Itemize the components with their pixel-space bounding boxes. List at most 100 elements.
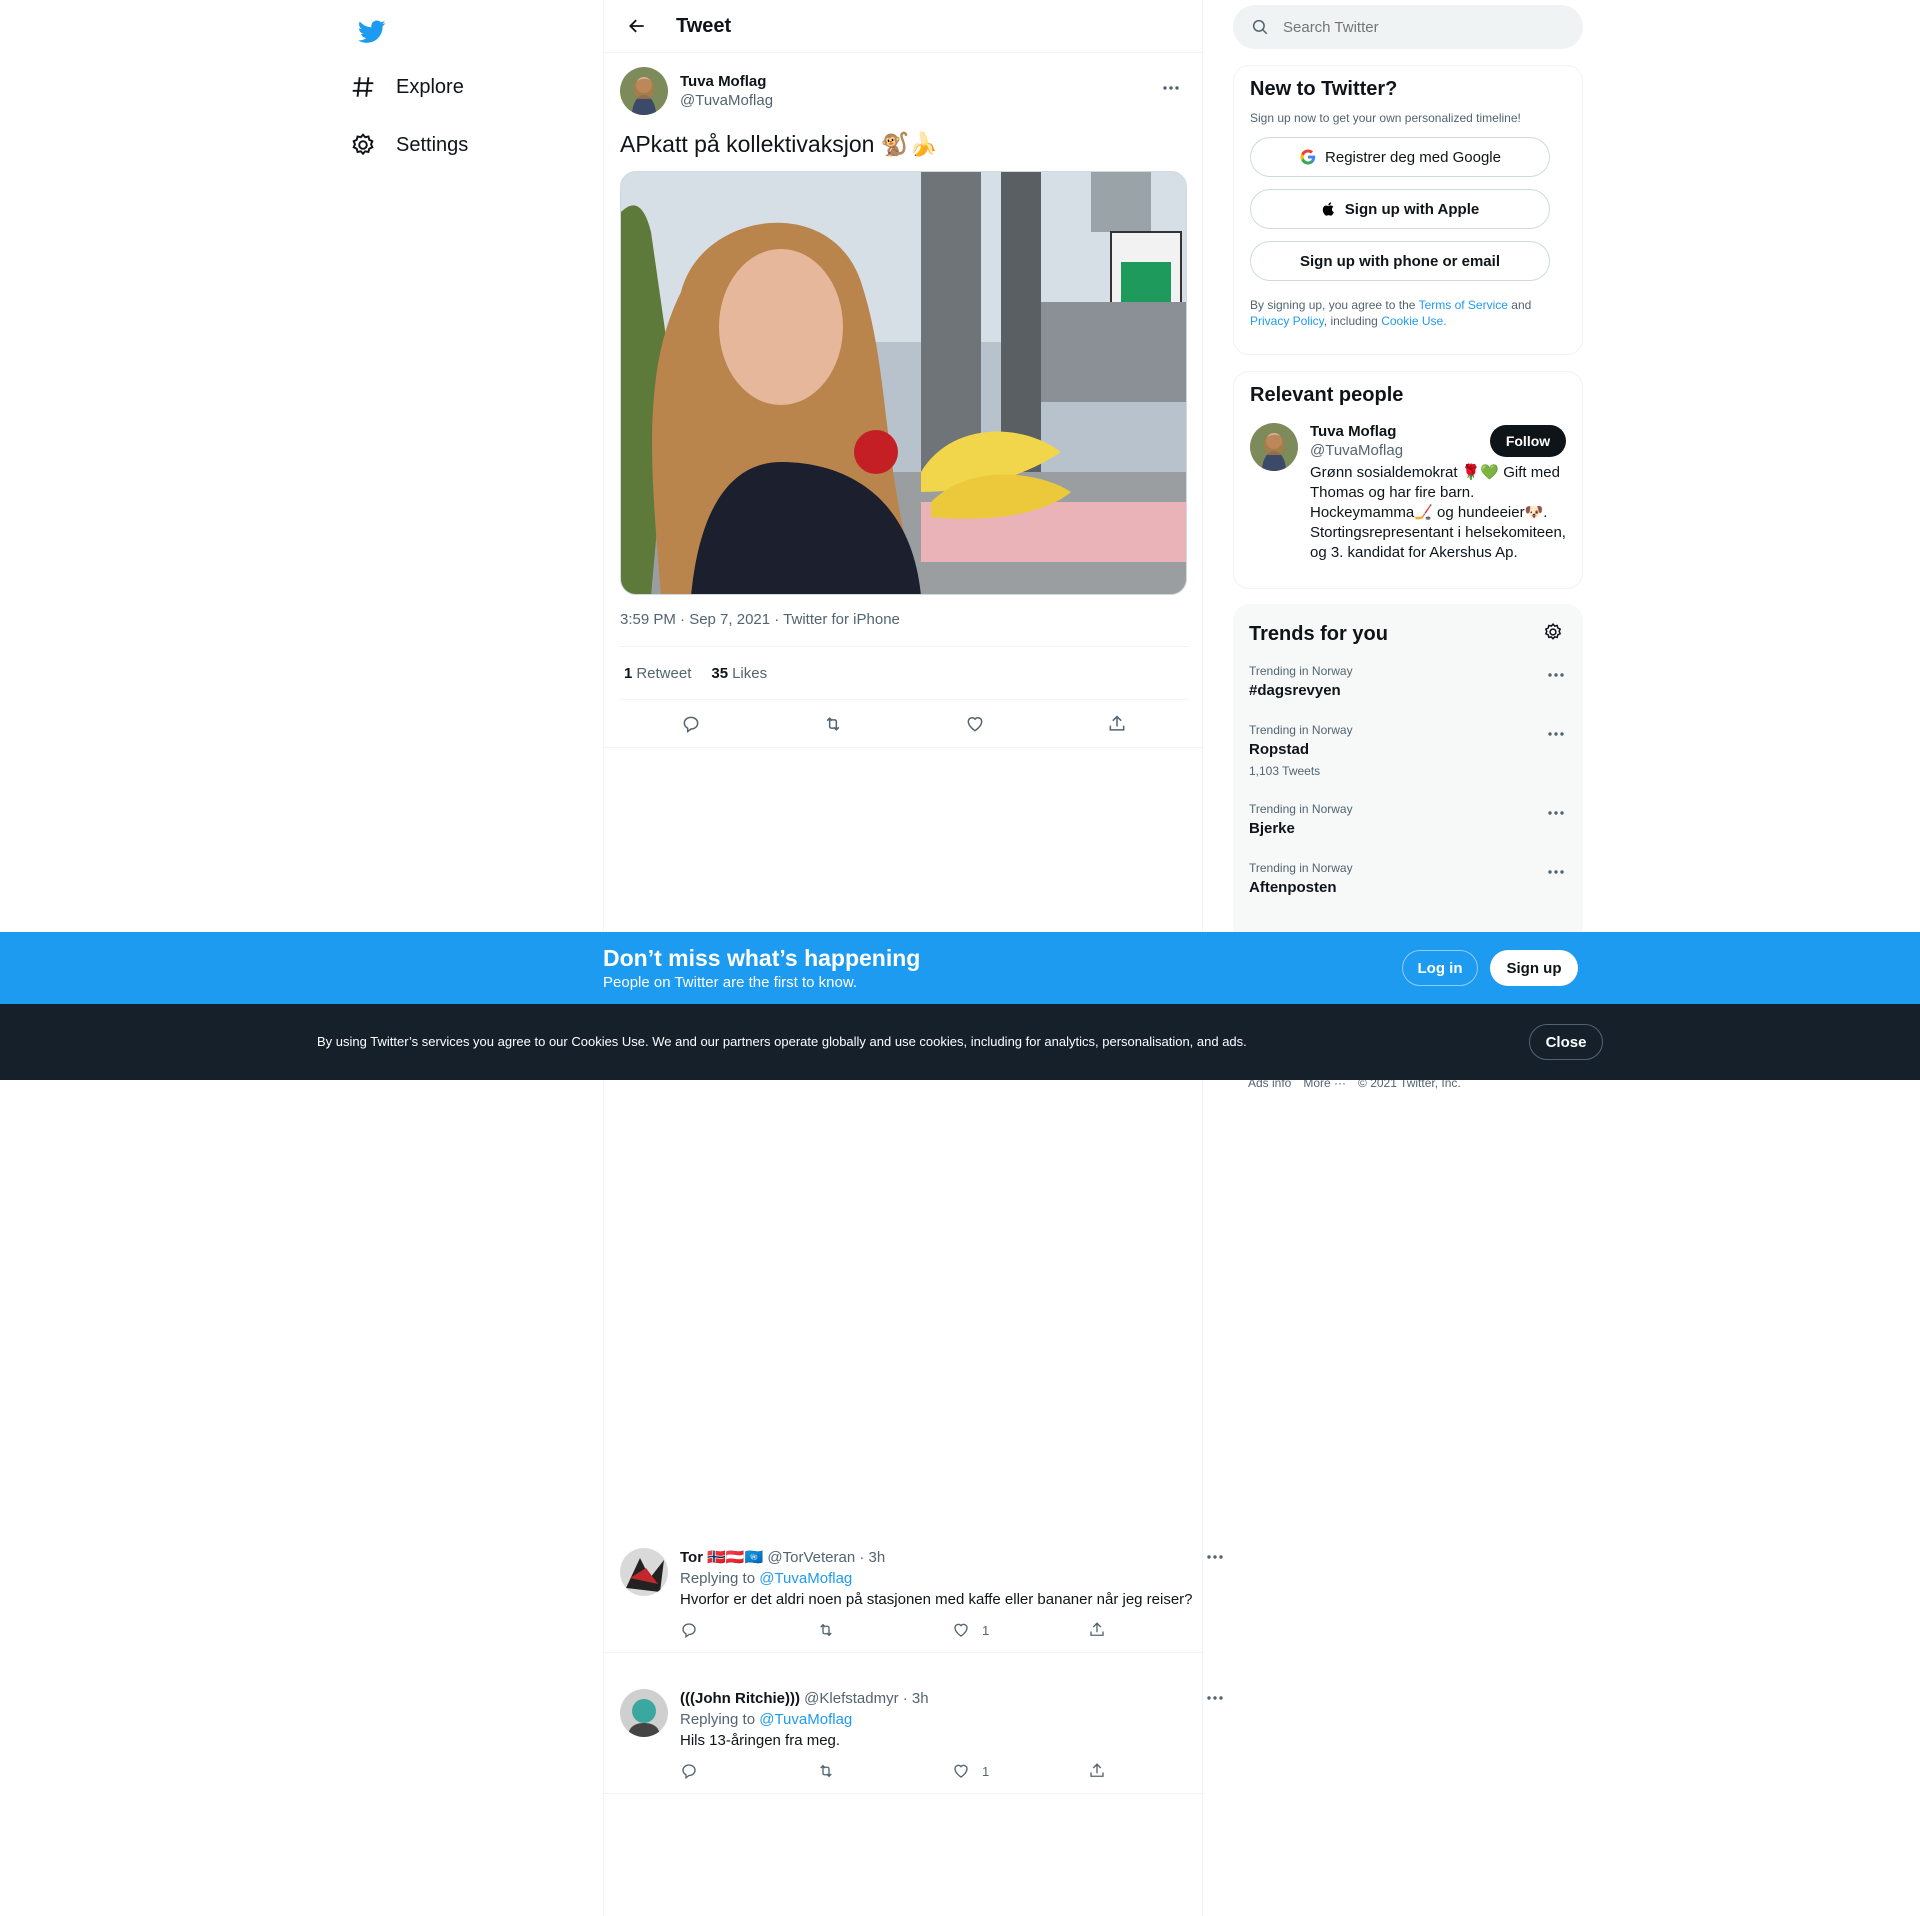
page-title: Tweet: [676, 14, 732, 37]
more-icon[interactable]: [1539, 855, 1573, 889]
signup-button[interactable]: Sign up: [1490, 950, 1578, 986]
trends-card: Trends for you Trending in Norway #dagsr…: [1233, 604, 1583, 944]
search-bar[interactable]: [1233, 5, 1583, 49]
signup-legal-text: By signing up, you agree to the Terms of…: [1250, 298, 1532, 328]
banner-subtitle: People on Twitter are the first to know.: [603, 974, 858, 991]
author-name[interactable]: Tuva Moflag: [680, 73, 773, 90]
tweet-text: APkatt på kollektivaksjon 🐒🍌: [620, 131, 939, 157]
avatar[interactable]: [1250, 423, 1298, 471]
reply-author-handle[interactable]: @TorVeteran · 3h: [767, 1549, 885, 1566]
more-icon[interactable]: [1198, 1681, 1232, 1715]
signup-banner: Don’t miss what’s happening People on Tw…: [0, 932, 1920, 1004]
retweets-stat[interactable]: 1 Retweet: [624, 665, 691, 682]
author-handle[interactable]: @TuvaMoflag: [680, 92, 773, 109]
trend-topic: Ropstad: [1249, 741, 1309, 758]
avatar[interactable]: [620, 67, 668, 115]
apple-icon: [1321, 200, 1337, 218]
like-count: 1: [982, 1763, 990, 1779]
new-to-twitter-card: New to Twitter? Sign up now to get your …: [1233, 65, 1583, 355]
reply-icon[interactable]: [680, 1762, 698, 1780]
trend-count: 1,103 Tweets: [1249, 764, 1321, 778]
search-input[interactable]: [1283, 18, 1543, 36]
privacy-link[interactable]: Privacy Policy: [1250, 314, 1324, 328]
gear-icon: [350, 132, 376, 158]
like-icon[interactable]: [958, 707, 992, 741]
more-icon[interactable]: [1539, 658, 1573, 692]
trend-topic: Bjerke: [1249, 820, 1295, 837]
more-icon[interactable]: [1154, 71, 1188, 105]
more-icon[interactable]: [1539, 796, 1573, 830]
cookie-text: By using Twitter’s services you agree to…: [317, 1034, 1247, 1049]
phone-email-signup-button[interactable]: Sign up with phone or email: [1250, 241, 1550, 281]
terms-link[interactable]: Terms of Service: [1419, 298, 1508, 312]
trend-item[interactable]: Trending in Norway Aftenposten: [1233, 849, 1583, 908]
search-icon: [1251, 18, 1269, 36]
share-icon[interactable]: [1088, 1762, 1106, 1780]
share-icon[interactable]: [1100, 707, 1134, 741]
like-icon[interactable]: [952, 1621, 970, 1639]
tweet-stats: 1 Retweet 35 Likes: [620, 647, 1188, 700]
like-icon[interactable]: [952, 1762, 970, 1780]
trend-topic: Aftenposten: [1249, 879, 1337, 896]
likes-stat[interactable]: 35 Likes: [711, 665, 767, 682]
nav-explore-label: Explore: [396, 75, 464, 98]
reply-author-handle[interactable]: @Klefstadmyr · 3h: [804, 1690, 928, 1707]
tweet-timestamp[interactable]: 3:59 PM · Sep 7, 2021 · Twitter for iPho…: [620, 611, 1188, 647]
reply-tweet[interactable]: (((John Ritchie))) @Klefstadmyr · 3h Rep…: [604, 1677, 1223, 1794]
person-bio: Grønn sosialdemokrat 🌹💚 Gift med Thomas …: [1310, 464, 1566, 561]
nav-settings[interactable]: Settings: [350, 120, 468, 170]
reply-icon[interactable]: [680, 1621, 698, 1639]
nav-explore[interactable]: Explore: [350, 62, 464, 112]
cookie-bar: By using Twitter’s services you agree to…: [0, 1004, 1920, 1080]
reply-actions: 1: [680, 1620, 1224, 1640]
retweet-icon[interactable]: [816, 707, 850, 741]
reply-text: Hils 13-åringen fra meg.: [680, 1732, 841, 1749]
gear-icon[interactable]: [1543, 622, 1563, 642]
trend-topic: #dagsrevyen: [1249, 682, 1341, 699]
main-tweet: Tuva Moflag @TuvaMoflag APkatt på kollek…: [604, 53, 1204, 748]
follow-button[interactable]: Follow: [1490, 425, 1566, 457]
twitter-logo-icon[interactable]: [350, 10, 394, 54]
apple-signup-button[interactable]: Sign up with Apple: [1250, 189, 1550, 229]
card-title: New to Twitter?: [1250, 78, 1398, 100]
avatar[interactable]: [620, 1689, 668, 1737]
replying-to-link[interactable]: @TuvaMoflag: [759, 1570, 852, 1587]
close-button[interactable]: Close: [1529, 1024, 1603, 1060]
more-icon[interactable]: [1539, 717, 1573, 751]
retweet-icon[interactable]: [816, 1621, 836, 1639]
google-signup-button[interactable]: Registrer deg med Google: [1250, 137, 1550, 177]
banner-title: Don’t miss what’s happening: [603, 945, 921, 971]
trend-item[interactable]: Trending in Norway #dagsrevyen: [1233, 652, 1583, 711]
nav-settings-label: Settings: [396, 133, 469, 156]
back-button[interactable]: [620, 9, 654, 43]
like-count: 1: [982, 1622, 990, 1638]
trend-item[interactable]: Trending in Norway Ropstad 1,103 Tweets: [1233, 711, 1583, 790]
trend-item[interactable]: Trending in Norway Bjerke: [1233, 790, 1583, 849]
avatar[interactable]: [620, 1548, 668, 1596]
cookie-link[interactable]: Cookie Use.: [1381, 314, 1446, 328]
replying-to: Replying to @TuvaMoflag: [680, 1711, 853, 1728]
card-title: Relevant people: [1250, 384, 1404, 406]
card-title: Trends for you: [1249, 622, 1388, 645]
reply-actions: 1: [680, 1761, 1224, 1781]
tweet-actions: [604, 700, 1204, 748]
reply-author-name[interactable]: (((John Ritchie))): [680, 1690, 800, 1707]
share-icon[interactable]: [1088, 1621, 1106, 1639]
replying-to: Replying to @TuvaMoflag: [680, 1570, 853, 1587]
reply-icon[interactable]: [674, 707, 708, 741]
tweet-photo[interactable]: [620, 171, 1187, 595]
arrow-left-icon: [629, 19, 644, 33]
more-icon[interactable]: [1198, 1540, 1232, 1574]
main-header: Tweet: [604, 0, 1202, 53]
retweet-icon[interactable]: [816, 1762, 836, 1780]
login-button[interactable]: Log in: [1402, 950, 1478, 986]
hashtag-icon: [350, 74, 376, 100]
card-subtitle: Sign up now to get your own personalized…: [1250, 111, 1521, 125]
reply-author-name[interactable]: Tor 🇳🇴🇦🇹🇺🇳: [680, 1549, 763, 1566]
reply-tweet[interactable]: Tor 🇳🇴🇦🇹🇺🇳 @TorVeteran · 3h Replying to …: [604, 1536, 1223, 1653]
replying-to-link[interactable]: @TuvaMoflag: [759, 1711, 852, 1728]
reply-text: Hvorfor er det aldri noen på stasjonen m…: [680, 1591, 1193, 1608]
relevant-person[interactable]: Tuva Moflag @TuvaMoflag Grønn sosialdemo…: [1250, 423, 1566, 563]
google-icon: [1299, 148, 1317, 166]
relevant-people-card: Relevant people Tuva Moflag @TuvaMoflag …: [1233, 371, 1583, 589]
